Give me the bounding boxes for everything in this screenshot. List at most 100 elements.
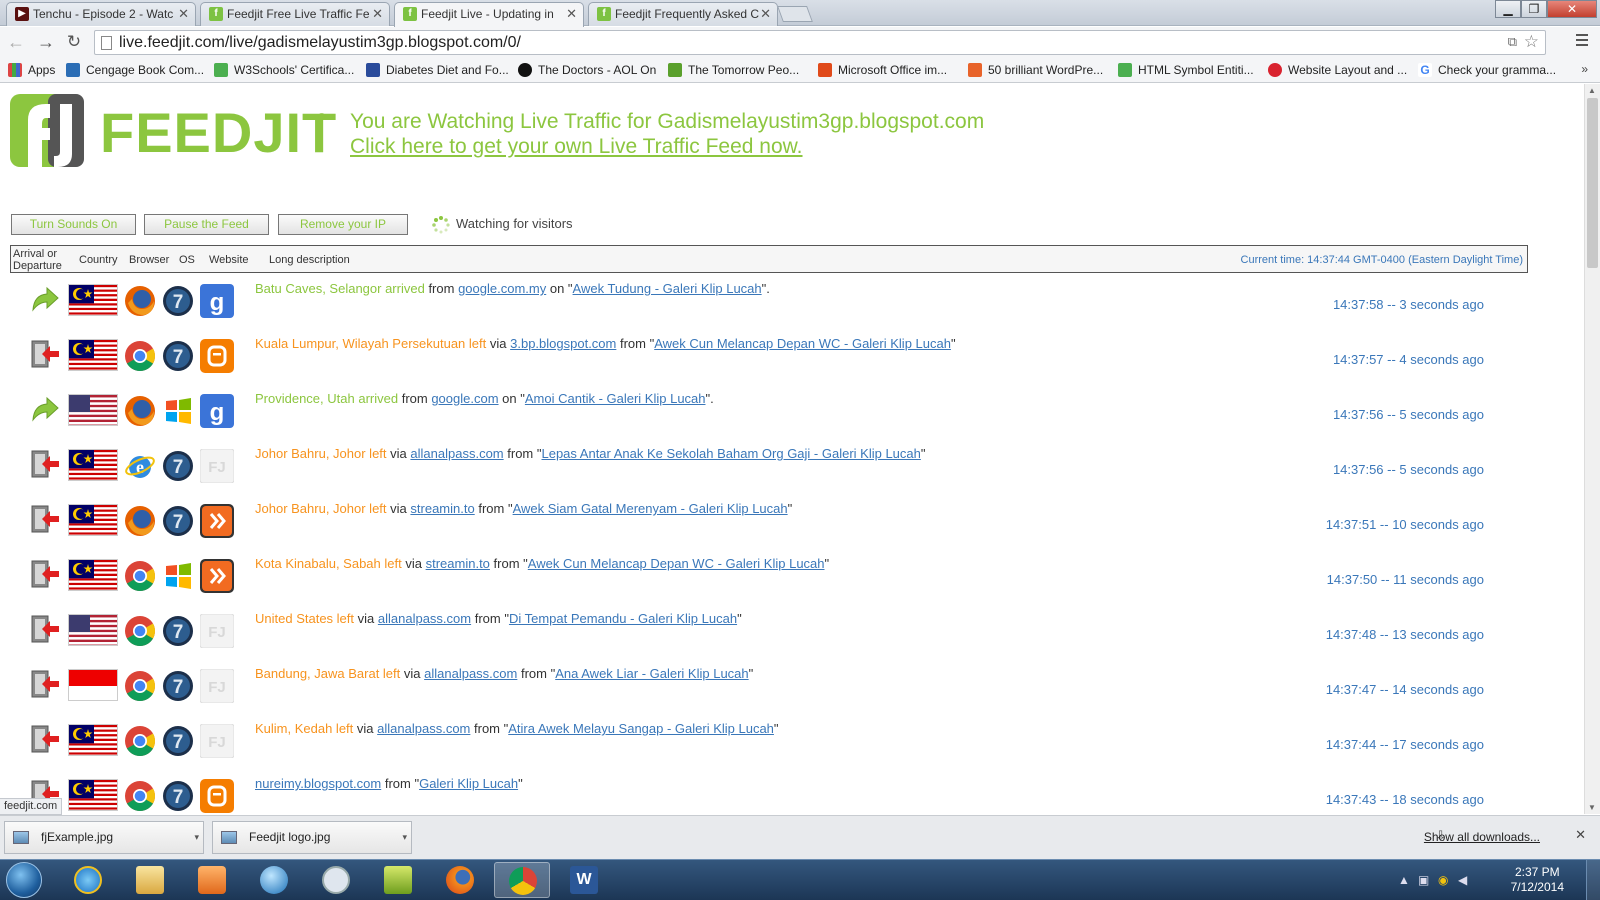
- page-title-link[interactable]: Awek Cun Melancap Depan WC - Galeri Klip…: [654, 336, 951, 351]
- bookmark-w3schools[interactable]: W3Schools' Certifica...: [214, 62, 354, 78]
- taskbar-app[interactable]: [370, 862, 426, 898]
- taskbar-word[interactable]: W: [556, 862, 612, 898]
- bookmark-diabetes[interactable]: Diabetes Diet and Fo...: [366, 62, 509, 78]
- visit-time: 14:37:58 -- 3 seconds ago: [1332, 297, 1484, 312]
- taskbar-media-player[interactable]: [184, 862, 240, 898]
- close-window-button[interactable]: ✕: [1547, 0, 1597, 18]
- bookmark-wordpress[interactable]: 50 brilliant WordPre...: [968, 62, 1103, 78]
- bookmark-apps[interactable]: Apps: [8, 62, 55, 78]
- page-scrollbar[interactable]: ▲ ▼: [1584, 84, 1600, 814]
- google-g-icon: G: [1418, 63, 1432, 77]
- maximize-button[interactable]: ❐: [1521, 0, 1547, 18]
- page-title-link[interactable]: Di Tempat Pemandu - Galeri Klip Lucah: [509, 611, 737, 626]
- taskbar-explorer[interactable]: [122, 862, 178, 898]
- bookmark-tomorrow[interactable]: The Tomorrow Peo...: [668, 62, 799, 78]
- page-title-link[interactable]: Lepas Antar Anak Ke Sekolah Baham Org Ga…: [541, 446, 920, 461]
- svg-text:g: g: [210, 289, 225, 316]
- tab-feedjit-live[interactable]: f Feedjit Live - Updating in ✕: [394, 2, 584, 27]
- referrer-link[interactable]: allanalpass.com: [410, 446, 503, 461]
- taskbar-chrome[interactable]: [494, 862, 550, 898]
- turn-sounds-on-button[interactable]: Turn Sounds On: [11, 214, 136, 235]
- reload-icon[interactable]: ↻: [62, 30, 86, 54]
- close-tab-icon[interactable]: ✕: [566, 3, 577, 25]
- visitor-row: 7 FJ United States left via allanalpass.co…: [0, 607, 1584, 662]
- feed-header-bar: Arrival or Departure Country Browser OS …: [10, 245, 1528, 273]
- close-tab-icon[interactable]: ✕: [372, 3, 383, 25]
- tab-feedjit-faq[interactable]: f Feedjit Frequently Asked C ✕: [588, 2, 778, 26]
- taskbar-ie[interactable]: [60, 862, 116, 898]
- svg-text:7: 7: [173, 787, 184, 808]
- chrome-menu-icon[interactable]: [1576, 34, 1588, 48]
- network-icon[interactable]: ▣: [1418, 873, 1432, 887]
- bookmark-cengage[interactable]: Cengage Book Com...: [66, 62, 204, 78]
- referrer-link[interactable]: nureimy.blogspot.com: [255, 776, 381, 791]
- back-icon[interactable]: ←: [4, 30, 28, 54]
- scrollbar-thumb[interactable]: [1587, 98, 1598, 268]
- taskbar-hp[interactable]: [308, 862, 364, 898]
- scroll-down-icon[interactable]: ▼: [1588, 803, 1596, 812]
- translate-icon[interactable]: ⧉: [1508, 34, 1517, 50]
- page-title-link[interactable]: Atira Awek Melayu Sangap - Galeri Klip L…: [508, 721, 774, 736]
- close-tab-icon[interactable]: ✕: [760, 3, 771, 25]
- visit-time: 14:37:47 -- 14 seconds ago: [1325, 682, 1484, 697]
- referrer-link[interactable]: google.com: [431, 391, 498, 406]
- bookmark-website-layout[interactable]: Website Layout and ...: [1268, 62, 1407, 78]
- current-time: Current time: 14:37:44 GMT-0400 (Eastern…: [1240, 254, 1523, 266]
- taskbar-firefox[interactable]: [432, 862, 488, 898]
- visitor-row: 7 nureimy.blogspot.com from "Galeri Klip…: [0, 772, 1584, 814]
- start-button[interactable]: [6, 862, 42, 898]
- url-input[interactable]: [119, 32, 1469, 53]
- close-downloads-bar-icon[interactable]: ✕: [1575, 827, 1586, 843]
- system-tray: ▲ ▣ ◉ ◀ 2:37 PM 7/12/2014: [1390, 860, 1600, 900]
- referrer-link[interactable]: 3.bp.blogspot.com: [510, 336, 616, 351]
- folder-icon: [136, 866, 164, 894]
- close-tab-icon[interactable]: ✕: [178, 3, 189, 25]
- volume-icon[interactable]: ◀: [1458, 873, 1472, 887]
- download-menu-caret-icon[interactable]: ▾: [194, 822, 199, 853]
- pause-feed-button[interactable]: Pause the Feed: [144, 214, 269, 235]
- visitor-location: Kota Kinabalu, Sabah left: [255, 556, 402, 571]
- visitor-row: 7 Johor Bahru, Johor left via streamin.to…: [0, 497, 1584, 552]
- download-item[interactable]: fjExample.jpg ▾: [4, 821, 204, 854]
- download-menu-caret-icon[interactable]: ▾: [402, 822, 407, 853]
- remove-ip-button[interactable]: Remove your IP: [278, 214, 408, 235]
- page-title-link[interactable]: Ana Awek Liar - Galeri Klip Lucah: [555, 666, 748, 681]
- page-title-link[interactable]: Awek Cun Melancap Depan WC - Galeri Klip…: [528, 556, 825, 571]
- system-clock[interactable]: 2:37 PM 7/12/2014: [1511, 865, 1564, 895]
- page-title-link[interactable]: Awek Tudung - Galeri Klip Lucah: [573, 281, 762, 296]
- show-desktop-button[interactable]: [1586, 860, 1600, 900]
- download-item[interactable]: Feedjit logo.jpg ▾: [212, 821, 412, 854]
- get-live-feed-link[interactable]: Click here to get your own Live Traffic …: [350, 135, 803, 159]
- tab-feedjit-free[interactable]: f Feedjit Free Live Traffic Fe ✕: [200, 2, 390, 26]
- visitor-location: Johor Bahru, Johor left: [255, 501, 387, 516]
- forward-icon[interactable]: →: [34, 30, 58, 54]
- chrome-icon: [509, 867, 537, 895]
- tab-tenchu[interactable]: ▶ Tenchu - Episode 2 - Watc ✕: [6, 2, 196, 26]
- bookmark-grammar[interactable]: G Check your gramma...: [1418, 62, 1556, 78]
- show-all-downloads-link[interactable]: Show all downloads...: [1424, 830, 1540, 844]
- referrer-link[interactable]: allanalpass.com: [424, 666, 517, 681]
- bookmark-msoffice[interactable]: Microsoft Office im...: [818, 62, 947, 78]
- minimize-button[interactable]: ▁: [1495, 0, 1521, 18]
- bookmark-doctors[interactable]: The Doctors - AOL On: [518, 62, 656, 78]
- referrer-link[interactable]: streamin.to: [426, 556, 490, 571]
- tray-expand-icon[interactable]: ▲: [1398, 873, 1412, 887]
- referrer-link[interactable]: allanalpass.com: [378, 611, 471, 626]
- more-bookmarks-chevron-icon[interactable]: »: [1581, 62, 1588, 76]
- page-title-link[interactable]: Galeri Klip Lucah: [419, 776, 518, 791]
- scroll-up-icon[interactable]: ▲: [1588, 86, 1596, 95]
- referrer-link[interactable]: streamin.to: [410, 501, 474, 516]
- tomorrow-icon: [668, 63, 682, 77]
- referrer-link[interactable]: allanalpass.com: [377, 721, 470, 736]
- notification-icon[interactable]: ◉: [1438, 873, 1452, 887]
- page-title-link[interactable]: Amoi Cantik - Galeri Klip Lucah: [525, 391, 706, 406]
- page-title-link[interactable]: Awek Siam Gatal Merenyam - Galeri Klip L…: [513, 501, 788, 516]
- taskbar-orb-app[interactable]: [246, 862, 302, 898]
- svg-text:7: 7: [173, 622, 184, 643]
- referrer-link[interactable]: google.com.my: [458, 281, 546, 296]
- address-bar[interactable]: ⧉ ☆: [94, 30, 1546, 55]
- apps-grid-icon: [8, 63, 22, 77]
- bookmark-star-icon[interactable]: ☆: [1524, 32, 1539, 52]
- bookmark-html-symbols[interactable]: HTML Symbol Entiti...: [1118, 62, 1254, 78]
- new-tab-button[interactable]: [777, 6, 813, 22]
